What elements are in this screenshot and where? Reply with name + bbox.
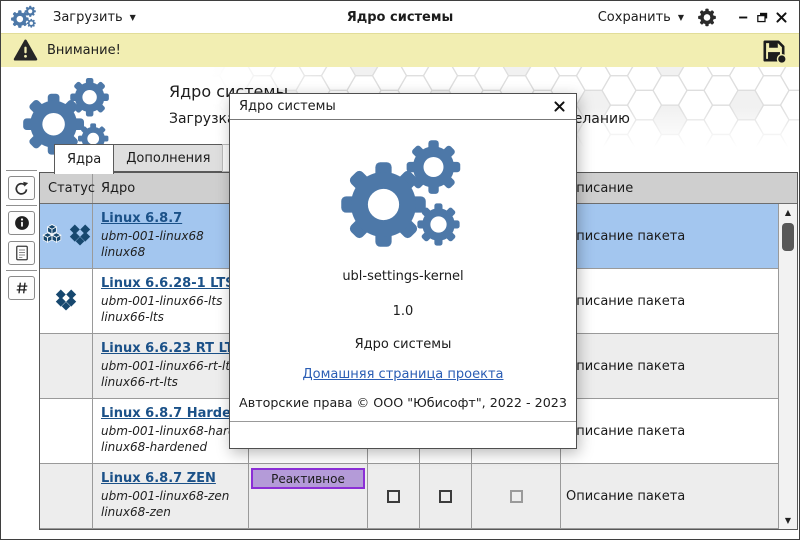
kernel-cell: Linux 6.8.7 ZEN ubm-001-linux68-zen linu… <box>93 464 249 528</box>
save-locked-floppy-icon[interactable] <box>761 38 787 64</box>
kernel-package: ubm-001-linux68 <box>101 228 244 244</box>
kernel-code: linux66-lts <box>101 309 244 325</box>
description-cell: Описание пакета <box>561 464 797 528</box>
kernel-code: linux68-hardened <box>101 439 244 455</box>
kernel-package: ubm-001-linux66-rt-lts <box>101 358 244 374</box>
save-menu-button[interactable]: Сохранить ▼ <box>598 10 684 25</box>
minimize-button[interactable] <box>736 10 751 25</box>
maximize-button[interactable] <box>755 10 770 25</box>
scroll-up-arrow[interactable]: ▲ <box>779 205 797 220</box>
cell: Реактивное <box>249 464 368 528</box>
warning-banner: Внимание! <box>1 33 799 67</box>
chevron-down-icon: ▼ <box>130 13 136 22</box>
table-row[interactable]: Linux 6.8.7 ZEN ubm-001-linux68-zen linu… <box>40 464 797 529</box>
tab-kernels[interactable]: Ядра <box>54 144 114 174</box>
checkbox[interactable] <box>439 490 452 503</box>
kernel-cell: Linux 6.6.28-1 LTS ubm-001-linux66-lts l… <box>93 269 249 333</box>
installed-diamonds-icon <box>67 223 93 249</box>
warning-text: Внимание! <box>47 43 121 58</box>
description-cell: Описание пакета <box>561 204 797 268</box>
packages-icon <box>39 223 65 249</box>
settings-gear-icon[interactable] <box>696 6 718 28</box>
document-icon <box>13 244 31 262</box>
kernel-link[interactable]: Linux 6.8.7 <box>101 211 182 226</box>
toolbar-separator <box>6 170 37 171</box>
dialog-homepage-link[interactable]: Домашняя страница проекта <box>303 367 504 382</box>
tab-addons[interactable]: Дополнения <box>113 144 223 172</box>
kernel-package: ubm-001-linux68-hardened <box>101 423 244 439</box>
app-logo-gears-icon <box>11 4 37 30</box>
status-cell <box>40 334 93 398</box>
chevron-down-icon: ▼ <box>678 13 684 22</box>
cell <box>420 464 472 528</box>
log-document-button[interactable] <box>8 241 35 265</box>
status-cell <box>40 204 93 268</box>
dialog-app-name: ubl-settings-kernel <box>342 269 463 284</box>
cell <box>368 464 420 528</box>
dialog-description: Ядро системы <box>355 337 452 352</box>
reactive-badge-button[interactable]: Реактивное <box>251 468 365 489</box>
toolbar-separator <box>6 205 37 206</box>
load-menu-button[interactable]: Загрузить ▼ <box>53 10 136 25</box>
kernel-package: ubm-001-linux66-lts <box>101 293 244 309</box>
cell <box>472 464 561 528</box>
kernel-link[interactable]: Linux 6.8.7 ZEN <box>101 471 216 486</box>
installed-diamonds-icon <box>53 288 79 314</box>
hash-icon <box>14 280 30 296</box>
kernel-cell: Linux 6.8.7 Hardened ubm-001-linux68-har… <box>93 399 249 463</box>
load-menu-label: Загрузить <box>53 10 123 25</box>
scroll-down-arrow[interactable]: ▼ <box>779 513 797 528</box>
kernel-cell: Linux 6.8.7 ubm-001-linux68 linux68 <box>93 204 249 268</box>
status-cell <box>40 464 93 528</box>
kernel-cell: Linux 6.6.23 RT LTS ubm-001-linux66-rt-l… <box>93 334 249 398</box>
dialog-footer <box>230 421 576 448</box>
kernel-code: linux66-rt-lts <box>101 374 244 390</box>
dialog-title: Ядро системы <box>239 99 336 114</box>
description-cell: Описание пакета <box>561 399 797 463</box>
kernel-code: linux68-zen <box>101 504 244 520</box>
info-icon <box>13 214 31 232</box>
side-toolbar <box>5 168 38 303</box>
info-button[interactable] <box>8 211 35 235</box>
dialog-titlebar: Ядро системы <box>230 94 576 120</box>
app-window: Загрузить ▼ Ядро системы Сохранить ▼ Вни… <box>0 0 800 540</box>
column-header-kernel: Ядро <box>93 173 249 203</box>
scrollbar-thumb[interactable] <box>782 223 794 251</box>
checkbox[interactable] <box>387 490 400 503</box>
kernel-package: ubm-001-linux68-zen <box>101 488 244 504</box>
status-cell <box>40 399 93 463</box>
kernel-link[interactable]: Linux 6.6.23 RT LTS <box>101 341 243 356</box>
toolbar-separator <box>6 270 37 271</box>
dialog-version: 1.0 <box>393 304 414 319</box>
refresh-button[interactable] <box>8 176 35 200</box>
vertical-scrollbar[interactable]: ▲ ▼ <box>778 204 797 529</box>
tab-addons-label: Дополнения <box>126 151 210 166</box>
warning-triangle-icon <box>13 38 38 63</box>
save-menu-label: Сохранить <box>598 10 671 25</box>
column-header-description: Описание <box>561 173 797 203</box>
titlebar: Загрузить ▼ Ядро системы Сохранить ▼ <box>1 1 799 33</box>
status-cell <box>40 269 93 333</box>
description-cell: Описание пакета <box>561 269 797 333</box>
hash-button[interactable] <box>8 276 35 300</box>
column-header-status: Статус <box>40 173 93 203</box>
dialog-body: ubl-settings-kernel 1.0 Ядро системы Дом… <box>230 120 576 410</box>
kernel-code: linux68 <box>101 244 244 260</box>
checkbox-disabled[interactable] <box>510 490 523 503</box>
dialog-gears-icon <box>341 132 466 257</box>
dialog-copyright: Авторские права © ООО "Юбисофт", 2022 - … <box>239 395 567 410</box>
tab-kernels-label: Ядра <box>67 152 101 167</box>
close-window-button[interactable] <box>774 10 789 25</box>
kernel-link[interactable]: Linux 6.6.28-1 LTS <box>101 276 235 291</box>
refresh-icon <box>13 180 30 197</box>
dialog-close-button[interactable] <box>552 99 567 114</box>
about-dialog: Ядро системы ubl-settings-kernel 1.0 Ядр… <box>229 93 577 449</box>
description-cell: Описание пакета <box>561 334 797 398</box>
